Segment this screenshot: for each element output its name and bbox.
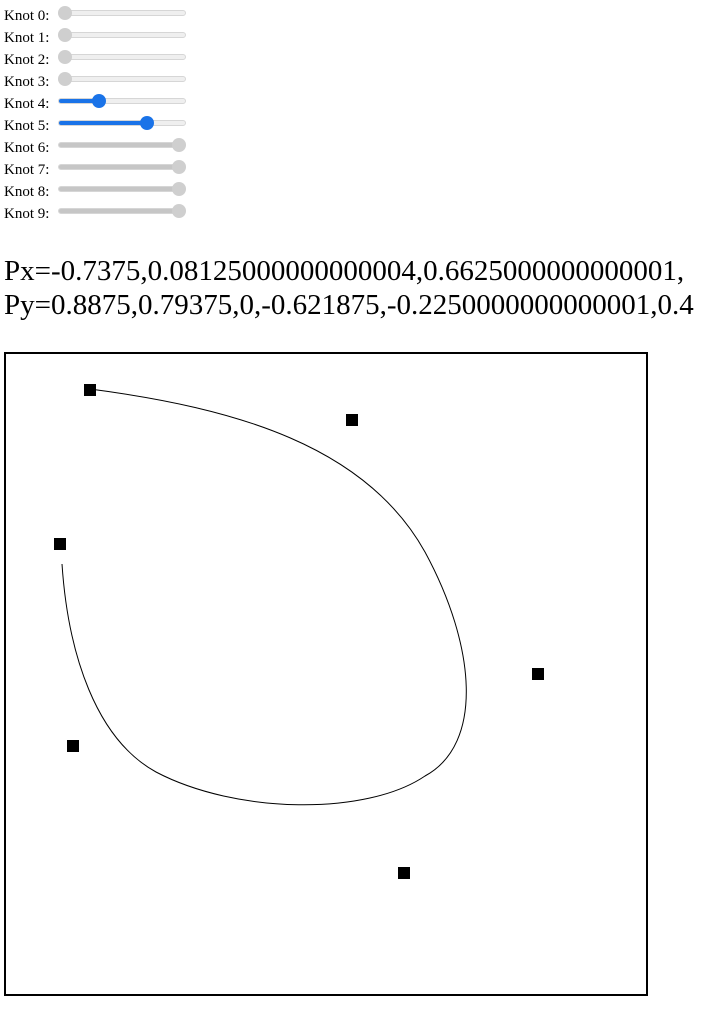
slider-fill	[59, 165, 185, 169]
control-point[interactable]	[398, 867, 410, 879]
knot-label: Knot 0:	[4, 7, 50, 24]
knot-row-8: Knot 8:	[4, 181, 186, 203]
slider-thumb[interactable]	[58, 50, 72, 64]
knot-row-5: Knot 5:	[4, 115, 186, 137]
knot-slider-6[interactable]	[58, 137, 186, 159]
slider-thumb[interactable]	[58, 28, 72, 42]
slider-track[interactable]	[58, 208, 186, 214]
slider-thumb[interactable]	[92, 94, 107, 108]
knot-row-9: Knot 9:	[4, 203, 186, 225]
control-point[interactable]	[532, 668, 544, 680]
knot-label: Knot 8:	[4, 183, 50, 200]
slider-fill	[59, 99, 97, 103]
knot-slider-0[interactable]	[58, 5, 186, 27]
slider-thumb[interactable]	[172, 182, 186, 196]
slider-fill	[59, 121, 150, 125]
knot-label: Knot 4:	[4, 95, 50, 112]
control-point[interactable]	[67, 740, 79, 752]
knot-row-6: Knot 6:	[4, 137, 186, 159]
slider-thumb[interactable]	[58, 72, 72, 86]
slider-thumb[interactable]	[172, 204, 186, 218]
slider-fill	[59, 187, 185, 191]
knot-slider-4[interactable]	[58, 93, 186, 115]
spline-plot[interactable]	[6, 354, 646, 994]
slider-fill	[59, 209, 185, 213]
knot-slider-8[interactable]	[58, 181, 186, 203]
px-readout: Px=-0.7375,0.08125000000000004,0.6625000…	[4, 255, 685, 287]
slider-thumb[interactable]	[172, 138, 186, 152]
knot-row-3: Knot 3:	[4, 71, 186, 93]
spline-canvas[interactable]	[4, 352, 648, 996]
control-point[interactable]	[346, 414, 358, 426]
knot-label: Knot 9:	[4, 205, 50, 222]
knot-label: Knot 6:	[4, 139, 50, 156]
slider-track[interactable]	[58, 142, 186, 148]
slider-track[interactable]	[58, 10, 186, 16]
knot-slider-3[interactable]	[58, 71, 186, 93]
slider-track[interactable]	[58, 54, 186, 60]
knot-row-0: Knot 0:	[4, 5, 186, 27]
slider-track[interactable]	[58, 76, 186, 82]
knot-slider-5[interactable]	[58, 115, 186, 137]
slider-track[interactable]	[58, 164, 186, 170]
slider-track[interactable]	[58, 32, 186, 38]
spline-curve	[61, 388, 467, 806]
knot-row-2: Knot 2:	[4, 49, 186, 71]
knot-label: Knot 1:	[4, 29, 50, 46]
knot-row-1: Knot 1:	[4, 27, 186, 49]
slider-track[interactable]	[58, 120, 186, 126]
knot-slider-panel: Knot 0: Knot 1: Knot 2: Knot 3: Knot 4: Knot …	[4, 5, 186, 225]
knot-label: Knot 2:	[4, 51, 50, 68]
knot-label: Knot 7:	[4, 161, 50, 178]
knot-slider-2[interactable]	[58, 49, 186, 71]
slider-thumb[interactable]	[58, 6, 72, 20]
knot-slider-1[interactable]	[58, 27, 186, 49]
py-readout: Py=0.8875,0.79375,0,-0.621875,-0.2250000…	[4, 289, 694, 321]
knot-slider-9[interactable]	[58, 203, 186, 225]
knot-row-4: Knot 4:	[4, 93, 186, 115]
slider-track[interactable]	[58, 98, 186, 104]
slider-fill	[59, 143, 185, 147]
control-point[interactable]	[54, 538, 66, 550]
slider-thumb[interactable]	[172, 160, 186, 174]
control-point[interactable]	[84, 384, 96, 396]
knot-row-7: Knot 7:	[4, 159, 186, 181]
knot-slider-7[interactable]	[58, 159, 186, 181]
slider-track[interactable]	[58, 186, 186, 192]
knot-label: Knot 5:	[4, 117, 50, 134]
slider-thumb[interactable]	[140, 116, 155, 130]
knot-label: Knot 3:	[4, 73, 50, 90]
